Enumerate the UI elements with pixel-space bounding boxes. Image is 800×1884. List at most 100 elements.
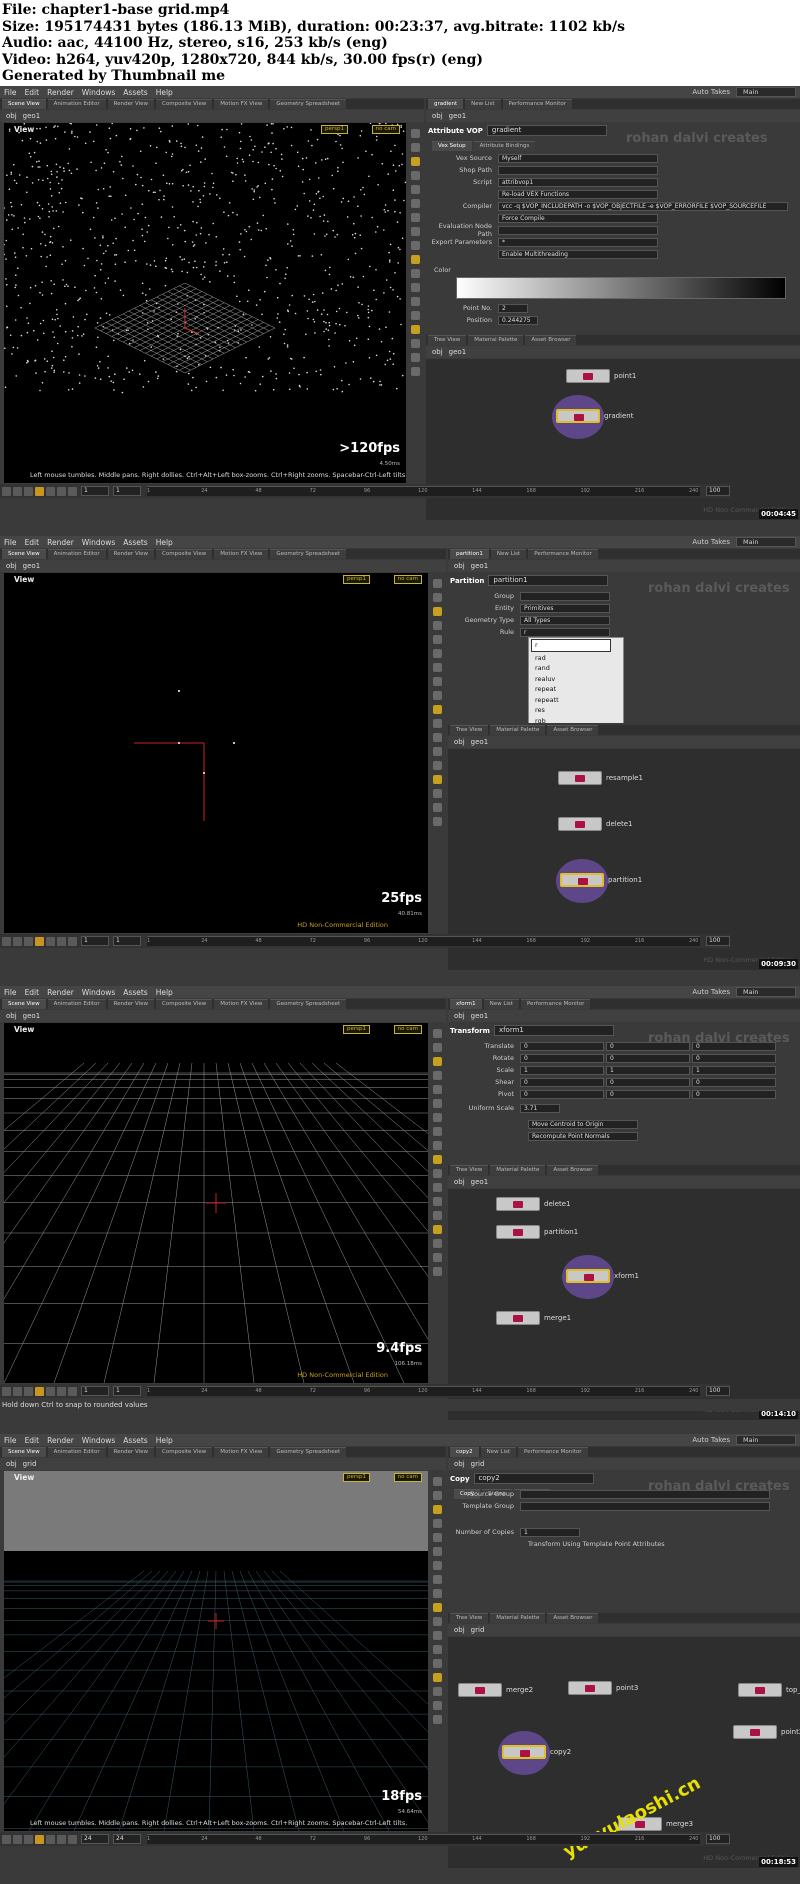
tool-icon[interactable] <box>432 1603 442 1612</box>
node-name-field[interactable]: xform1 <box>493 1025 614 1036</box>
viewer-tab[interactable]: Composite View <box>156 1447 213 1457</box>
network-tab[interactable]: Material Palette <box>490 1613 546 1623</box>
tool-icon[interactable] <box>432 1169 442 1178</box>
network-node[interactable] <box>556 409 600 423</box>
menu-file[interactable]: File <box>0 1436 21 1445</box>
current-frame-field[interactable]: 24 <box>81 1834 109 1844</box>
tool-icon[interactable] <box>432 1211 442 1220</box>
autocomplete-item[interactable]: realuv <box>529 674 623 685</box>
param-field[interactable]: Re-load VEX Functions <box>498 189 658 199</box>
crumb-geo[interactable]: geo1 <box>471 562 489 570</box>
autocomplete-item[interactable]: r <box>531 639 611 652</box>
autocomplete-item[interactable]: res <box>529 705 623 716</box>
menu-help[interactable]: Help <box>152 538 177 547</box>
vector-component[interactable]: 1 <box>692 1065 776 1075</box>
tool-icon[interactable] <box>432 1715 442 1724</box>
tool-icon[interactable] <box>432 817 442 826</box>
param-tab[interactable]: Performance Monitor <box>520 999 591 1009</box>
crumb-geo[interactable]: geo1 <box>471 738 489 746</box>
crumb-geo[interactable]: geo1 <box>471 1178 489 1186</box>
tool-icon[interactable] <box>410 185 420 194</box>
auto-takes-toggle[interactable]: Auto Takes <box>692 988 730 996</box>
param-tab[interactable]: New List <box>465 99 501 109</box>
current-frame-field[interactable]: 1 <box>81 1386 109 1396</box>
autocomplete-item[interactable]: rad <box>529 653 623 664</box>
menu-windows[interactable]: Windows <box>78 1436 119 1445</box>
vector-component[interactable]: 0 <box>520 1053 604 1063</box>
vector-component[interactable]: 1 <box>606 1065 690 1075</box>
viewer-tab[interactable]: Geometry Spreadsheet <box>270 999 347 1009</box>
viewer-tab[interactable]: Motion FX View <box>214 99 269 109</box>
menu-render[interactable]: Render <box>43 988 78 997</box>
param-field[interactable]: Myself <box>498 153 658 163</box>
menu-assets[interactable]: Assets <box>119 538 151 547</box>
tool-icon[interactable] <box>432 761 442 770</box>
tool-icon[interactable] <box>432 691 442 700</box>
playback-button[interactable] <box>57 1386 66 1396</box>
autocomplete-item[interactable]: repeat <box>529 684 623 695</box>
tool-icon[interactable] <box>432 1575 442 1584</box>
crumb-obj[interactable]: obj <box>454 1460 465 1468</box>
node-name-field[interactable]: gradient <box>486 125 607 136</box>
desktop-selector[interactable]: Main <box>736 87 796 97</box>
tool-icon[interactable] <box>410 353 420 362</box>
tool-icon[interactable] <box>432 1127 442 1136</box>
menu-render[interactable]: Render <box>43 88 78 97</box>
tool-icon[interactable] <box>410 311 420 320</box>
tool-icon[interactable] <box>432 1533 442 1542</box>
param-tab[interactable]: New List <box>483 999 519 1009</box>
param-button[interactable]: Move Centroid to Origin <box>528 1119 638 1129</box>
timeline-bar[interactable]: 1 24 48 72 96 120 144 168 192 216 240 <box>147 936 700 946</box>
tool-icon[interactable] <box>432 621 442 630</box>
tool-icon[interactable] <box>410 367 420 376</box>
tool-icon[interactable] <box>410 129 420 138</box>
auto-takes-toggle[interactable]: Auto Takes <box>692 538 730 546</box>
menu-help[interactable]: Help <box>152 988 177 997</box>
playback-button[interactable] <box>2 936 11 946</box>
crumb-geo[interactable]: grid <box>471 1460 485 1468</box>
menu-file[interactable]: File <box>0 538 21 547</box>
param-field[interactable] <box>520 1489 770 1499</box>
playback-button[interactable] <box>57 1834 66 1844</box>
vector-component[interactable]: 0 <box>520 1089 604 1099</box>
tool-icon[interactable] <box>432 1085 442 1094</box>
tool-icon[interactable] <box>432 1701 442 1710</box>
param-tab[interactable]: gradient <box>428 99 464 109</box>
param-button[interactable]: Recompute Point Normals <box>528 1131 638 1141</box>
playback-button[interactable] <box>13 486 22 496</box>
param-field[interactable]: * <box>498 237 658 247</box>
param-field[interactable]: Primitives <box>520 603 610 613</box>
crumb-obj[interactable]: obj <box>6 112 17 120</box>
tool-icon[interactable] <box>410 199 420 208</box>
3d-viewport[interactable]: View persp1 no cam 9.4fps 106.18ms HD Non-Com… <box>4 1023 428 1383</box>
tool-icon[interactable] <box>410 227 420 236</box>
copies-field[interactable]: 1 <box>520 1527 580 1537</box>
viewer-tab[interactable]: Scene View <box>2 549 46 559</box>
tool-icon[interactable] <box>432 1239 442 1248</box>
vector-component[interactable]: 0 <box>692 1041 776 1051</box>
point-no-field[interactable]: 2 <box>498 303 528 313</box>
crumb-geo[interactable]: geo1 <box>449 112 467 120</box>
tool-icon[interactable] <box>432 1519 442 1528</box>
tool-icon[interactable] <box>410 269 420 278</box>
tool-icon[interactable] <box>432 635 442 644</box>
camera-menu[interactable]: no cam <box>393 575 422 584</box>
param-tab[interactable]: New List <box>480 1447 516 1457</box>
network-node[interactable] <box>733 1725 777 1739</box>
viewer-tab[interactable]: Motion FX View <box>214 1447 269 1457</box>
network-tab[interactable]: Material Palette <box>468 335 524 345</box>
crumb-geo[interactable]: geo1 <box>449 348 467 356</box>
network-tab[interactable]: Tree View <box>450 1613 489 1623</box>
playback-button[interactable] <box>57 486 66 496</box>
viewer-tab[interactable]: Motion FX View <box>214 999 269 1009</box>
param-field[interactable] <box>498 225 658 235</box>
playback-button[interactable] <box>2 1834 11 1844</box>
crumb-obj[interactable]: obj <box>454 1626 465 1634</box>
node-name-field[interactable]: copy2 <box>473 1473 594 1484</box>
viewer-tab[interactable]: Scene View <box>2 99 46 109</box>
autocomplete-item[interactable]: rand <box>529 663 623 674</box>
menu-assets[interactable]: Assets <box>119 1436 151 1445</box>
vector-component[interactable]: 0 <box>606 1053 690 1063</box>
network-node[interactable] <box>568 1681 612 1695</box>
playback-button[interactable] <box>2 486 11 496</box>
